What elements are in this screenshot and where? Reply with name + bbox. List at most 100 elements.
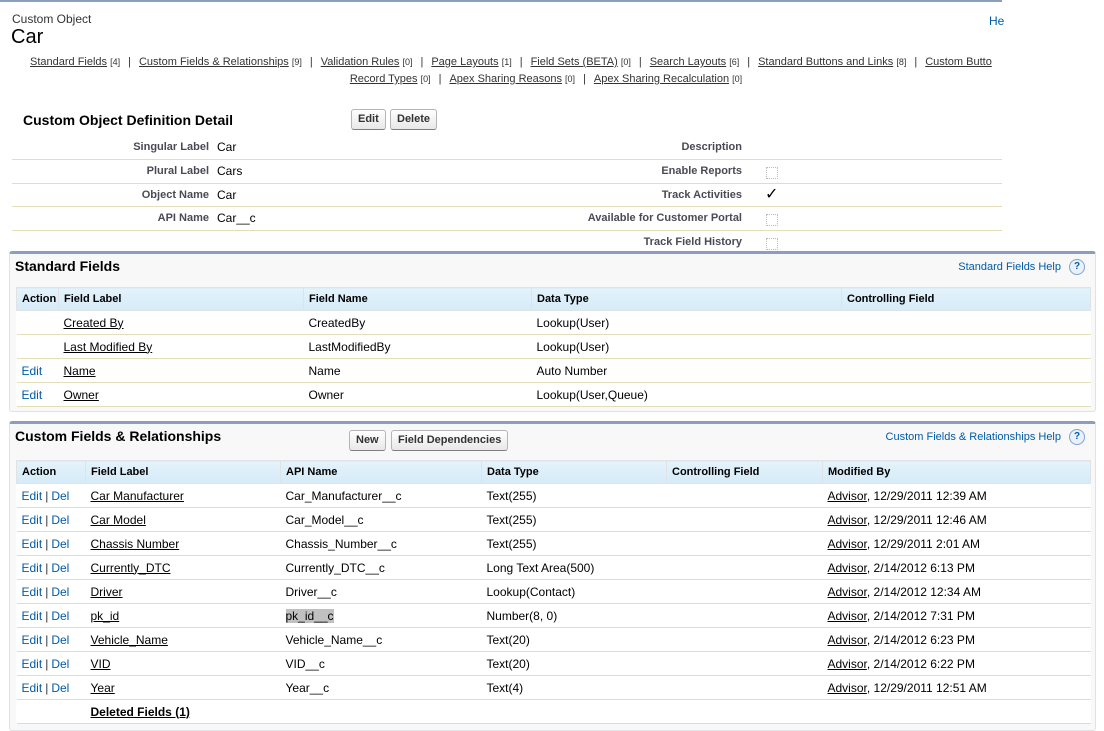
delete-button[interactable]: Delete <box>390 109 438 130</box>
edit-link[interactable]: Edit <box>22 657 43 671</box>
field-label-link[interactable]: pk_id <box>91 609 120 623</box>
field-label-link[interactable]: Owner <box>64 388 99 402</box>
delete-link[interactable]: Del <box>51 513 69 527</box>
table-row: Edit | Del Vehicle_Name Vehicle_Name__c Text(… <box>16 627 1091 652</box>
column-header[interactable]: Field Label <box>85 460 281 484</box>
user-link[interactable]: Advisor <box>828 561 867 575</box>
user-link[interactable]: Advisor <box>828 609 867 623</box>
delete-link[interactable]: Del <box>51 537 69 551</box>
row1-link-0[interactable]: Standard Fields <box>30 56 107 68</box>
column-header[interactable]: Controlling Field <box>666 460 823 484</box>
modified-date: , 12/29/2011 12:46 AM <box>866 512 987 527</box>
user-link[interactable]: Advisor <box>828 489 867 503</box>
field-label-link[interactable]: Created By <box>64 316 124 330</box>
column-header[interactable]: Data Type <box>531 287 842 311</box>
field-label-link[interactable]: Vehicle_Name <box>91 633 168 647</box>
edit-link[interactable]: Edit <box>22 388 43 402</box>
controlling-field-cell <box>841 382 1091 407</box>
row1-link-6[interactable]: Standard Buttons and Links <box>758 56 893 68</box>
field-label-link[interactable]: Car Manufacturer <box>91 489 184 503</box>
row1-link-4[interactable]: Field Sets (BETA) <box>531 56 618 68</box>
checkbox-unchecked-icon <box>766 214 778 227</box>
api-name: VID__c <box>285 656 325 671</box>
row1-link-3[interactable]: Page Layouts <box>431 56 498 68</box>
column-header[interactable]: Data Type <box>481 460 667 484</box>
standard-fields-title: Standard Fields <box>15 258 121 274</box>
user-link[interactable]: Advisor <box>828 633 867 647</box>
action-cell: Edit | Del <box>16 531 86 556</box>
action-cell: Edit | Del <box>16 651 86 676</box>
data-type-cell: Long Text Area(500) <box>481 555 667 580</box>
field-label-cell: VID <box>85 651 281 676</box>
edit-link[interactable]: Edit <box>22 561 43 575</box>
field-label-link[interactable]: Year <box>91 681 115 695</box>
help-icon[interactable]: ? <box>1069 259 1085 275</box>
edit-link[interactable]: Edit <box>22 633 43 647</box>
edit-link[interactable]: Edit <box>22 609 43 623</box>
edit-link[interactable]: Edit <box>22 489 43 503</box>
checkbox-unchecked-icon <box>766 166 778 179</box>
delete-link[interactable]: Del <box>51 489 69 503</box>
api-name-cell: Car_Model__c <box>280 507 482 532</box>
field-label-link[interactable]: Name <box>64 364 96 378</box>
field-label-link[interactable]: Driver <box>91 585 123 599</box>
deleted-fields-row: Deleted Fields (1) <box>16 699 1091 724</box>
delete-link[interactable]: Del <box>51 681 69 695</box>
standard-fields-help-link[interactable]: Standard Fields Help <box>958 261 1061 273</box>
delete-link[interactable]: Del <box>51 633 69 647</box>
row2-link-1[interactable]: Apex Sharing Reasons <box>449 73 562 85</box>
field-dependencies-button[interactable]: Field Dependencies <box>391 430 509 451</box>
edit-link[interactable]: Edit <box>22 513 43 527</box>
row2-link-2[interactable]: Apex Sharing Recalculation <box>594 73 729 85</box>
user-link[interactable]: Advisor <box>828 657 867 671</box>
deleted-fields-link[interactable]: Deleted Fields (1) <box>91 705 190 719</box>
column-header[interactable]: Action <box>16 460 86 484</box>
field-label-link[interactable]: Chassis Number <box>91 537 180 551</box>
field-label: Object Name <box>141 188 209 201</box>
detail-section-title: Custom Object Definition Detail <box>23 112 234 128</box>
column-header[interactable]: Controlling Field <box>841 287 1091 311</box>
related-list-links-row-2: Record Types [0] | Apex Sharing Reasons [0… <box>0 73 1002 85</box>
detail-row: API Name Car__c Available for Customer Por… <box>12 207 1002 231</box>
column-header[interactable]: Modified By <box>822 460 1091 484</box>
delete-link[interactable]: Del <box>51 609 69 623</box>
table-row: Created By CreatedBy Lookup(User) <box>16 310 1091 335</box>
row2-link-0[interactable]: Record Types <box>350 73 418 85</box>
row1-link-5[interactable]: Search Layouts <box>650 56 726 68</box>
deleted-fields-cell: Deleted Fields (1) <box>85 699 1091 724</box>
field-label-link[interactable]: Currently_DTC <box>91 561 171 575</box>
column-header[interactable]: Action <box>16 287 59 311</box>
separator: | <box>438 73 442 85</box>
column-header[interactable]: Field Name <box>303 287 532 311</box>
delete-link[interactable]: Del <box>51 585 69 599</box>
standard-fields-panel: Standard Fields Standard Fields Help ? A… <box>9 251 1096 412</box>
help-icon[interactable]: ? <box>1069 429 1085 445</box>
field-label-link[interactable]: VID <box>91 657 111 671</box>
new-field-button[interactable]: New <box>349 430 386 451</box>
field-label-link[interactable]: Last Modified By <box>64 340 153 354</box>
edit-link[interactable]: Edit <box>22 681 43 695</box>
row1-link-2[interactable]: Validation Rules <box>321 56 400 68</box>
edit-link[interactable]: Edit <box>22 364 43 378</box>
field-label-cell: Name <box>58 358 304 383</box>
column-header[interactable]: API Name <box>280 460 482 484</box>
custom-fields-help-link[interactable]: Custom Fields & Relationships Help <box>886 431 1061 443</box>
user-link[interactable]: Advisor <box>828 513 867 527</box>
delete-link[interactable]: Del <box>51 657 69 671</box>
row1-link-1[interactable]: Custom Fields & Relationships <box>139 56 289 68</box>
action-cell: Edit | Del <box>16 627 86 652</box>
row1-link-7[interactable]: Custom Butto <box>925 56 992 68</box>
action-cell: Edit | Del <box>16 603 86 628</box>
column-header[interactable]: Field Label <box>58 287 304 311</box>
modified-by-cell: Advisor, 12/29/2011 12:46 AM <box>822 507 1091 532</box>
user-link[interactable]: Advisor <box>828 681 867 695</box>
user-link[interactable]: Advisor <box>828 585 867 599</box>
delete-link[interactable]: Del <box>51 561 69 575</box>
user-link[interactable]: Advisor <box>828 537 867 551</box>
edit-link[interactable]: Edit <box>22 585 43 599</box>
help-link[interactable]: He <box>989 14 1004 28</box>
field-label-link[interactable]: Car Model <box>91 513 146 527</box>
modified-by-cell: Advisor, 12/29/2011 2:01 AM <box>822 531 1091 556</box>
edit-button[interactable]: Edit <box>351 109 386 130</box>
edit-link[interactable]: Edit <box>22 537 43 551</box>
